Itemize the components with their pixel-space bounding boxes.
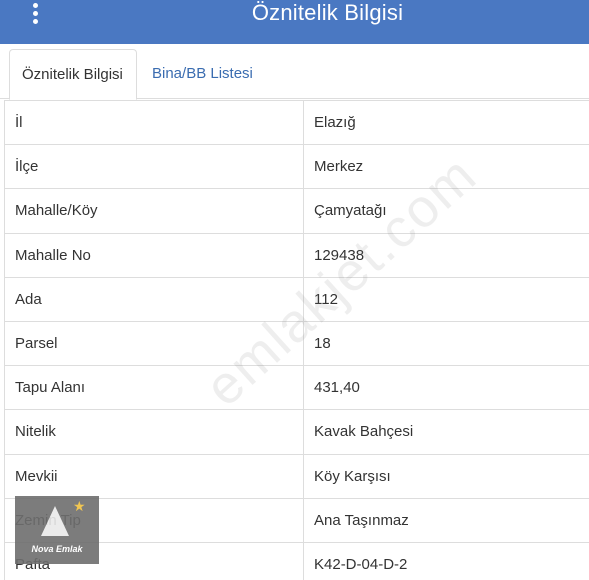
row-value: 431,40 — [314, 379, 360, 397]
row-value: K42-D-04-D-2 — [314, 555, 408, 573]
logo-text: Nova Emlak — [31, 544, 83, 554]
row-label: Mahalle/Köy — [5, 189, 304, 233]
tab-bar: Öznitelik Bilgisi Bina/BB Listesi — [0, 44, 589, 100]
app-header: Öznitelik Bilgisi — [0, 0, 589, 44]
row-label: Mahalle No — [5, 233, 304, 277]
tab-bina-bb-listesi[interactable]: Bina/BB Listesi — [140, 49, 265, 100]
row-value: Ana Taşınmaz — [314, 511, 409, 529]
row-label: Nitelik — [5, 410, 304, 454]
logo: ★ Nova Emlak — [15, 496, 99, 564]
row-value: 18 — [314, 334, 331, 352]
table-row: Mahalle No 129438 — [5, 233, 589, 278]
row-value: Çamyatağı — [314, 202, 387, 220]
row-value: 112 — [314, 290, 338, 308]
row-label: İlçe — [5, 145, 304, 189]
row-value: 129438 — [314, 246, 365, 264]
table-row: Parsel 18 — [5, 321, 589, 367]
row-label: Ada — [5, 277, 304, 321]
table-row: Nitelik Kavak Bahçesi — [5, 410, 589, 455]
row-label: Mevkii — [5, 454, 304, 498]
table-row: Ada 112 — [5, 277, 589, 322]
house-logo-icon — [41, 506, 69, 536]
row-value: Merkez — [314, 158, 364, 176]
row-value: Kavak Bahçesi — [314, 423, 414, 441]
table-row: Mevkii Köy Karşısı — [5, 454, 589, 499]
row-label: Parsel — [5, 321, 304, 366]
table-row: Mahalle/Köy Çamyatağı — [5, 189, 589, 234]
page-title: Öznitelik Bilgisi — [251, 0, 404, 25]
row-value: Köy Karşısı — [314, 467, 391, 485]
table-row: Tapu Alanı 431,40 — [5, 366, 589, 411]
table-row: İl Elazığ — [5, 101, 589, 146]
row-label: Tapu Alanı — [5, 366, 304, 410]
table-row: İlçe Merkez — [5, 145, 589, 190]
row-label: İl — [5, 101, 304, 145]
tab-oznitelik-bilgisi[interactable]: Öznitelik Bilgisi — [9, 49, 137, 100]
star-icon: ★ — [73, 498, 86, 514]
row-value: Elazığ — [314, 114, 356, 131]
